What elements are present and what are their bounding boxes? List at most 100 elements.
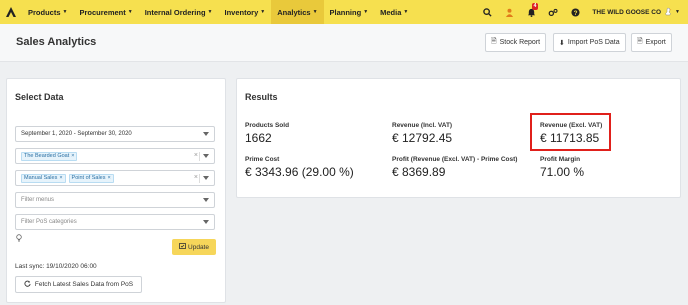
caret-down-icon: ▼ [312, 9, 318, 15]
select-data-panel: Select Data September 1, 2020 - Septembe… [6, 78, 226, 303]
divider [199, 152, 200, 161]
nav-label: Procurement [79, 7, 126, 17]
stock-report-button[interactable]: 🗎 Stock Report [485, 33, 547, 52]
fetch-label: Fetch Latest Sales Data from PoS [34, 281, 134, 288]
tag-location: The Bearded Goat × [21, 151, 78, 161]
results-title: Results [245, 92, 278, 102]
settings-icon[interactable] [542, 0, 564, 24]
svg-text:?: ? [573, 9, 577, 16]
download-icon: ⬇ [559, 39, 565, 47]
chevron-down-icon [203, 132, 209, 136]
metric-revenue-incl-vat: Revenue (Incl. VAT) € 12792.45 [392, 122, 452, 145]
export-button[interactable]: 🗎 Export [631, 33, 672, 52]
app-logo[interactable] [0, 0, 22, 24]
metric-products-sold: Products Sold 1662 [245, 122, 289, 145]
metric-profit: Profit (Revenue (Excl. VAT) - Prime Cost… [392, 156, 517, 179]
nav-products[interactable]: Products ▼ [22, 0, 73, 24]
search-icon[interactable] [476, 0, 498, 24]
nav-label: Inventory [224, 7, 259, 17]
import-pos-label: Import PoS Data [567, 39, 620, 46]
page-header: Sales Analytics 🗎 Stock Report ⬇ Import … [0, 24, 688, 62]
date-range-value: September 1, 2020 - September 30, 2020 [21, 131, 132, 137]
metric-label: Profit Margin [540, 156, 581, 163]
filter-pos-placeholder: Filter PoS categories [21, 219, 77, 225]
nav-inventory[interactable]: Inventory ▼ [218, 0, 271, 24]
top-nav: Products ▼ Procurement ▼ Internal Ordering… [0, 0, 688, 24]
metric-value: 1662 [245, 131, 272, 145]
update-button[interactable]: Update [172, 239, 216, 255]
sales-type-select[interactable]: Manual Sales × Point of Sales × × [15, 170, 215, 186]
bell-icon[interactable]: 4 [520, 0, 542, 24]
document-icon: 🗎 [637, 38, 643, 45]
location-select[interactable]: The Bearded Goat × × [15, 148, 215, 164]
nav-label: Media [380, 7, 402, 17]
metric-label: Prime Cost [245, 156, 280, 163]
nav-planning[interactable]: Planning ▼ [324, 0, 375, 24]
tag-sales-type: Point of Sales × [68, 173, 114, 183]
update-label: Update [188, 243, 209, 251]
last-sync-text: Last sync: 19/10/2020 06:00 [15, 263, 97, 270]
highlight-box [530, 113, 611, 151]
goose-avatar-icon [664, 7, 672, 18]
caret-down-icon: ▼ [207, 9, 213, 15]
remove-tag-icon[interactable]: × [107, 175, 110, 181]
caret-down-icon: ▼ [675, 9, 680, 15]
remove-tag-icon[interactable]: × [59, 175, 62, 181]
caret-down-icon: ▼ [363, 9, 369, 15]
date-range-select[interactable]: September 1, 2020 - September 30, 2020 [15, 126, 215, 142]
export-label: Export [645, 39, 666, 46]
stock-report-label: Stock Report [499, 39, 541, 46]
nav-right: 4 ? THE WILD GOOSE CO ▼ [476, 0, 688, 24]
clear-icon[interactable]: × [194, 174, 198, 181]
page-title: Sales Analytics [16, 36, 97, 48]
metric-value: € 8369.89 [392, 165, 446, 179]
import-pos-button[interactable]: ⬇ Import PoS Data [553, 33, 626, 52]
metric-value: € 12792.45 [392, 131, 453, 145]
user-icon[interactable] [498, 0, 520, 24]
nav-label: Analytics [277, 7, 311, 17]
chevron-down-icon [203, 176, 209, 180]
refresh-box-icon [179, 243, 186, 251]
chevron-down-icon [203, 154, 209, 158]
metric-value: 71.00 % [540, 165, 585, 179]
results-panel: Results Products Sold 1662 Revenue (Incl… [236, 78, 681, 198]
caret-down-icon: ▼ [260, 9, 266, 15]
logo-icon [6, 7, 16, 17]
metric-profit-margin: Profit Margin 71.00 % [540, 156, 584, 179]
caret-down-icon: ▼ [403, 9, 409, 15]
caret-down-icon: ▼ [127, 9, 133, 15]
tag-label: Point of Sales [71, 175, 106, 181]
account-name: THE WILD GOOSE CO [592, 8, 662, 16]
notification-badge: 4 [531, 3, 539, 10]
tag-label: Manual Sales [24, 175, 58, 181]
clear-icon[interactable]: × [194, 152, 198, 159]
metric-label: Products Sold [245, 122, 290, 129]
chevron-down-icon [203, 220, 209, 224]
filter-menus-select[interactable]: Filter menus [15, 192, 215, 208]
document-icon: 🗎 [491, 38, 497, 45]
filter-menus-placeholder: Filter menus [21, 197, 55, 203]
nav-media[interactable]: Media ▼ [374, 0, 414, 24]
nav-analytics[interactable]: Analytics ▼ [271, 0, 324, 24]
divider [199, 174, 200, 183]
chevron-down-icon [203, 198, 209, 202]
tag-sales-type: Manual Sales × [21, 173, 66, 183]
nav-internal-ordering[interactable]: Internal Ordering ▼ [139, 0, 219, 24]
refresh-icon [24, 280, 31, 289]
lightbulb-icon[interactable] [16, 234, 22, 244]
metric-label: Revenue (Incl. VAT) [392, 122, 453, 129]
remove-tag-icon[interactable]: × [71, 153, 74, 159]
fetch-sales-button[interactable]: Fetch Latest Sales Data from PoS [15, 276, 142, 293]
metric-prime-cost: Prime Cost € 3343.96 (29.00 %) [245, 156, 354, 179]
metric-label: Profit (Revenue (Excl. VAT) - Prime Cost… [392, 156, 518, 163]
panel-title: Select Data [15, 92, 64, 102]
account-menu[interactable]: THE WILD GOOSE CO ▼ [586, 7, 688, 18]
nav-label: Planning [329, 7, 362, 17]
filter-pos-categories-select[interactable]: Filter PoS categories [15, 214, 215, 230]
nav-procurement[interactable]: Procurement ▼ [73, 0, 138, 24]
nav-label: Products [28, 7, 61, 17]
tag-label: The Bearded Goat [24, 153, 70, 159]
help-icon[interactable]: ? [564, 0, 586, 24]
metric-value: € 3343.96 (29.00 %) [245, 165, 354, 179]
nav-label: Internal Ordering [144, 7, 206, 17]
